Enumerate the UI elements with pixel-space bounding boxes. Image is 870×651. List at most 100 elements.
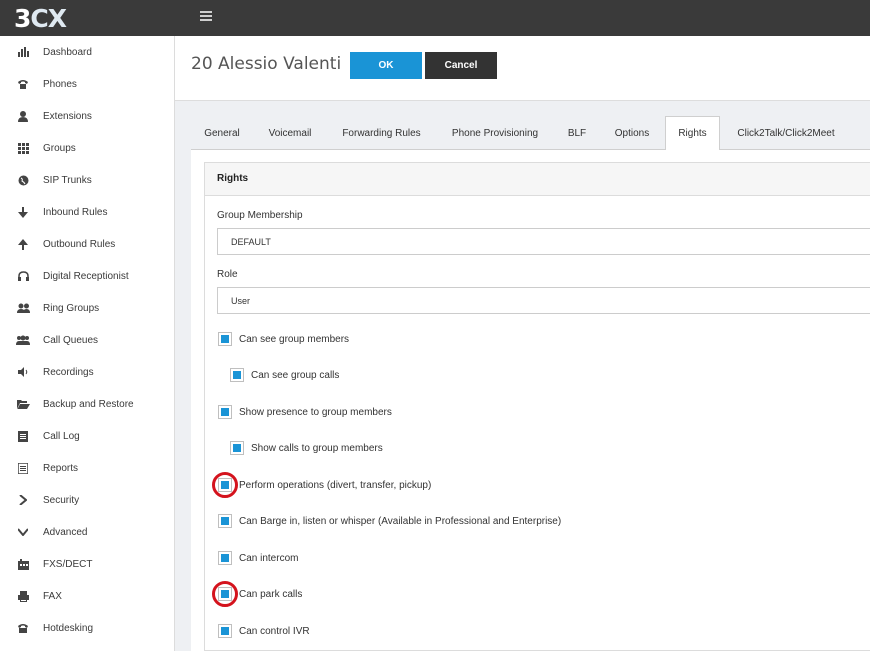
sidebar-item-label: Security <box>43 494 80 506</box>
checkbox-can-see-group-members[interactable]: Can see group members <box>218 331 349 347</box>
checkbox-can-barge-in[interactable]: Can Barge in, listen or whisper (Availab… <box>218 513 561 529</box>
globe-icon <box>16 173 30 187</box>
rights-section-title: Rights <box>217 173 249 184</box>
sidebar-item-inbound-rules[interactable]: Inbound Rules <box>0 196 174 228</box>
tab-phone-provisioning[interactable]: Phone Provisioning <box>436 116 554 150</box>
rights-card-header <box>204 162 870 196</box>
sidebar-item-sip-trunks[interactable]: SIP Trunks <box>0 164 174 196</box>
checkbox-label: Show presence to group members <box>239 406 392 418</box>
sidebar-item-call-queues[interactable]: Call Queues <box>0 324 174 356</box>
checkbox[interactable] <box>230 368 244 382</box>
check-mark <box>221 590 229 598</box>
checkbox-label: Can intercom <box>239 552 299 564</box>
sidebar-item-label: Groups <box>43 142 76 154</box>
ok-button[interactable]: OK <box>350 52 422 79</box>
sidebar-item-ring-groups[interactable]: Ring Groups <box>0 292 174 324</box>
page-header: 20 Alessio Valenti OK Cancel <box>175 36 870 101</box>
checkbox[interactable] <box>218 405 232 419</box>
sidebar-item-advanced[interactable]: Advanced <box>0 516 174 548</box>
sidebar-item-outbound-rules[interactable]: Outbound Rules <box>0 228 174 260</box>
tab-bar: General Voicemail Forwarding Rules Phone… <box>191 116 870 151</box>
sidebar-item-label: Extensions <box>43 110 92 122</box>
fxs-device-icon <box>16 557 30 571</box>
checkbox-perform-operations[interactable]: Perform operations (divert, transfer, pi… <box>218 477 431 493</box>
checkbox-can-park-calls[interactable]: Can park calls <box>218 586 302 602</box>
checkbox-can-intercom[interactable]: Can intercom <box>218 550 298 566</box>
sidebar-item-call-log[interactable]: Call Log <box>0 420 174 452</box>
checkbox[interactable] <box>218 478 232 492</box>
sidebar-item-fxs-dect[interactable]: FXS/DECT <box>0 548 174 580</box>
sidebar-item-extensions[interactable]: Extensions <box>0 100 174 132</box>
sidebar-item-recordings[interactable]: Recordings <box>0 356 174 388</box>
sidebar-item-phones[interactable]: Phones <box>0 68 174 100</box>
checkbox[interactable] <box>218 551 232 565</box>
cancel-button[interactable]: Cancel <box>425 52 497 79</box>
sidebar-item-dashboard[interactable]: Dashboard <box>0 36 174 68</box>
checkbox[interactable] <box>230 441 244 455</box>
check-mark <box>233 444 241 452</box>
tab-rights[interactable]: Rights <box>665 116 720 151</box>
headset-icon <box>16 269 30 283</box>
checkbox-can-see-group-calls[interactable]: Can see group calls <box>230 367 339 383</box>
checkbox-show-presence-to-group-members[interactable]: Show presence to group members <box>218 404 392 420</box>
checkbox[interactable] <box>218 624 232 638</box>
sidebar: Dashboard Phones Extensions Groups SIP T… <box>0 36 175 651</box>
sidebar-item-label: SIP Trunks <box>43 174 92 186</box>
queue-users-icon <box>16 333 30 347</box>
sidebar-item-backup-and-restore[interactable]: Backup and Restore <box>0 388 174 420</box>
phone-icon <box>16 77 30 91</box>
sidebar-item-groups[interactable]: Groups <box>0 132 174 164</box>
tab-voicemail[interactable]: Voicemail <box>253 116 327 150</box>
group-membership-label: Group Membership <box>217 210 303 221</box>
sidebar-item-label: Ring Groups <box>43 302 100 314</box>
tab-general[interactable]: General <box>191 116 253 150</box>
sidebar-item-label: Hotdesking <box>43 622 94 634</box>
sidebar-item-label: Backup and Restore <box>43 398 134 410</box>
sidebar-item-label: Phones <box>43 78 77 90</box>
sidebar-item-hotdesking[interactable]: Hotdesking <box>0 612 174 644</box>
sidebar-item-reports[interactable]: Reports <box>0 452 174 484</box>
tab-click2talk[interactable]: Click2Talk/Click2Meet <box>721 116 851 150</box>
checkbox-show-calls-to-group-members[interactable]: Show calls to group members <box>230 440 383 456</box>
checkbox-label: Can see group calls <box>251 369 340 381</box>
sidebar-item-label: Dashboard <box>43 46 92 58</box>
group-membership-select[interactable]: DEFAULT <box>217 228 870 255</box>
checkbox-label: Can Barge in, listen or whisper (Availab… <box>239 515 562 527</box>
checkbox-can-control-ivr[interactable]: Can control IVR <box>218 623 310 639</box>
fax-icon <box>16 589 30 603</box>
checkbox-label: Can park calls <box>239 588 303 600</box>
sidebar-item-security[interactable]: Security <box>0 484 174 516</box>
3cx-logo[interactable]: 3 CX <box>14 3 67 33</box>
tab-forwarding-rules[interactable]: Forwarding Rules <box>327 116 436 150</box>
users-icon <box>16 301 30 315</box>
checkbox[interactable] <box>218 587 232 601</box>
checkbox[interactable] <box>218 332 232 346</box>
folder-open-icon <box>16 397 30 411</box>
check-mark <box>221 408 229 416</box>
tab-options[interactable]: Options <box>600 116 664 150</box>
page-title: 20 Alessio Valenti <box>191 54 342 74</box>
sidebar-item-label: Recordings <box>43 366 94 378</box>
sidebar-item-digital-receptionist[interactable]: Digital Receptionist <box>0 260 174 292</box>
tab-blf[interactable]: BLF <box>554 116 600 150</box>
check-mark <box>221 335 229 343</box>
checkbox-label: Can see group members <box>239 333 350 345</box>
desk-phone-icon <box>16 621 30 635</box>
menu-toggle-icon[interactable] <box>200 11 212 23</box>
top-bar: 3 CX <box>0 0 870 36</box>
chevron-down-icon <box>16 525 30 539</box>
sidebar-item-label: Call Log <box>43 430 80 442</box>
logo-text-cx: CX <box>30 3 67 33</box>
user-icon <box>16 109 30 123</box>
sidebar-item-fax[interactable]: FAX <box>0 580 174 612</box>
grid-icon <box>16 141 30 155</box>
sidebar-item-label: Reports <box>43 462 79 474</box>
check-mark <box>221 517 229 525</box>
chevron-right-icon <box>16 493 30 507</box>
check-mark <box>221 627 229 635</box>
checkbox[interactable] <box>218 514 232 528</box>
sidebar-item-label: FAX <box>43 590 62 602</box>
logo-text-3: 3 <box>14 3 31 33</box>
role-select[interactable]: User <box>217 287 870 314</box>
role-label: Role <box>217 269 238 280</box>
